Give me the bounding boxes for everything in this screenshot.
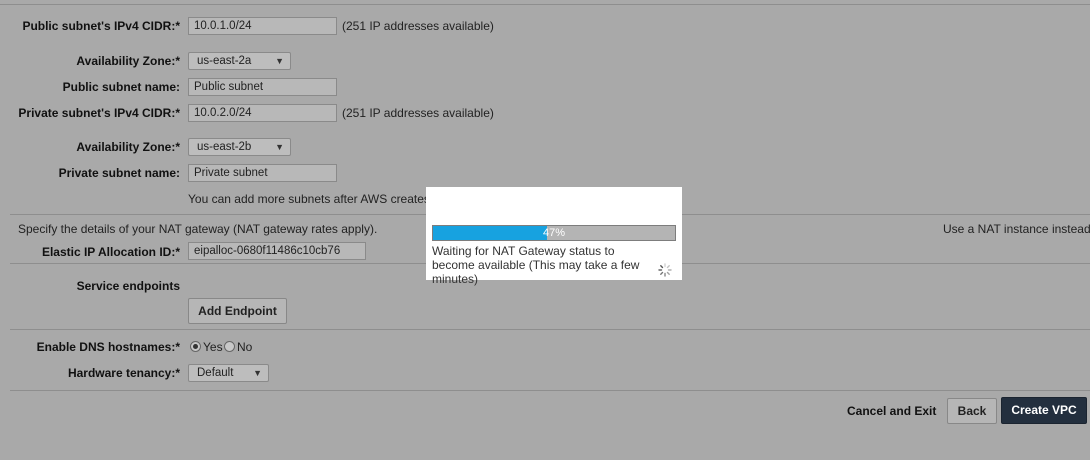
private-cidr-input[interactable]: 10.0.2.0/24 xyxy=(188,104,337,122)
nat-description: Specify the details of your NAT gateway … xyxy=(18,222,378,236)
progress-dialog: 47% Waiting for NAT Gateway status to be… xyxy=(426,187,682,286)
public-az-select[interactable]: us-east-2a ▼ xyxy=(188,52,291,70)
chevron-down-icon: ▼ xyxy=(275,142,284,152)
dns-hostnames-label: Enable DNS hostnames:* xyxy=(36,340,180,354)
eip-label: Elastic IP Allocation ID:* xyxy=(41,245,180,259)
private-az-value: us-east-2b xyxy=(197,141,252,153)
dns-yes-radio[interactable] xyxy=(190,341,201,352)
section-divider xyxy=(10,329,1090,330)
spinner-icon xyxy=(658,263,672,277)
public-cidr-label: Public subnet's IPv4 CIDR:* xyxy=(22,19,180,33)
cancel-and-exit-link[interactable]: Cancel and Exit xyxy=(847,403,936,419)
private-name-label: Private subnet name: xyxy=(58,166,180,180)
dns-no-radio[interactable] xyxy=(224,341,235,352)
subnet-note: You can add more subnets after AWS creat… xyxy=(188,192,444,206)
public-az-label: Availability Zone:* xyxy=(76,54,180,68)
public-name-input[interactable]: Public subnet xyxy=(188,78,337,96)
tenancy-label: Hardware tenancy:* xyxy=(67,366,180,380)
progress-percent: 47% xyxy=(542,227,566,239)
create-vpc-button[interactable]: Create VPC xyxy=(1001,397,1087,424)
service-endpoints-label: Service endpoints xyxy=(76,279,180,293)
use-nat-instance-link[interactable]: Use a NAT instance instead xyxy=(943,221,1090,237)
chevron-down-icon: ▼ xyxy=(275,56,284,66)
add-endpoint-button[interactable]: Add Endpoint xyxy=(188,298,287,324)
public-cidr-input[interactable]: 10.0.1.0/24 xyxy=(188,17,337,35)
eip-input[interactable]: eipalloc-0680f11486c10cb76 xyxy=(188,242,366,260)
section-divider xyxy=(10,390,1090,391)
public-cidr-hint: (251 IP addresses available) xyxy=(342,19,494,33)
back-button[interactable]: Back xyxy=(947,398,997,424)
private-az-label: Availability Zone:* xyxy=(76,140,180,154)
dns-yes-label: Yes xyxy=(203,340,223,354)
tenancy-select[interactable]: Default ▼ xyxy=(188,364,269,382)
private-cidr-hint: (251 IP addresses available) xyxy=(342,106,494,120)
top-divider xyxy=(0,4,1090,5)
private-az-select[interactable]: us-east-2b ▼ xyxy=(188,138,291,156)
chevron-down-icon: ▼ xyxy=(253,368,262,378)
public-az-value: us-east-2a xyxy=(197,55,252,67)
public-name-label: Public subnet name: xyxy=(62,80,180,94)
progress-message: Waiting for NAT Gateway status to become… xyxy=(432,244,640,286)
progress-bar: 47% xyxy=(432,225,676,241)
private-cidr-label: Private subnet's IPv4 CIDR:* xyxy=(18,106,180,120)
dns-no-label: No xyxy=(237,340,253,354)
private-name-input[interactable]: Private subnet xyxy=(188,164,337,182)
tenancy-value: Default xyxy=(197,367,234,379)
